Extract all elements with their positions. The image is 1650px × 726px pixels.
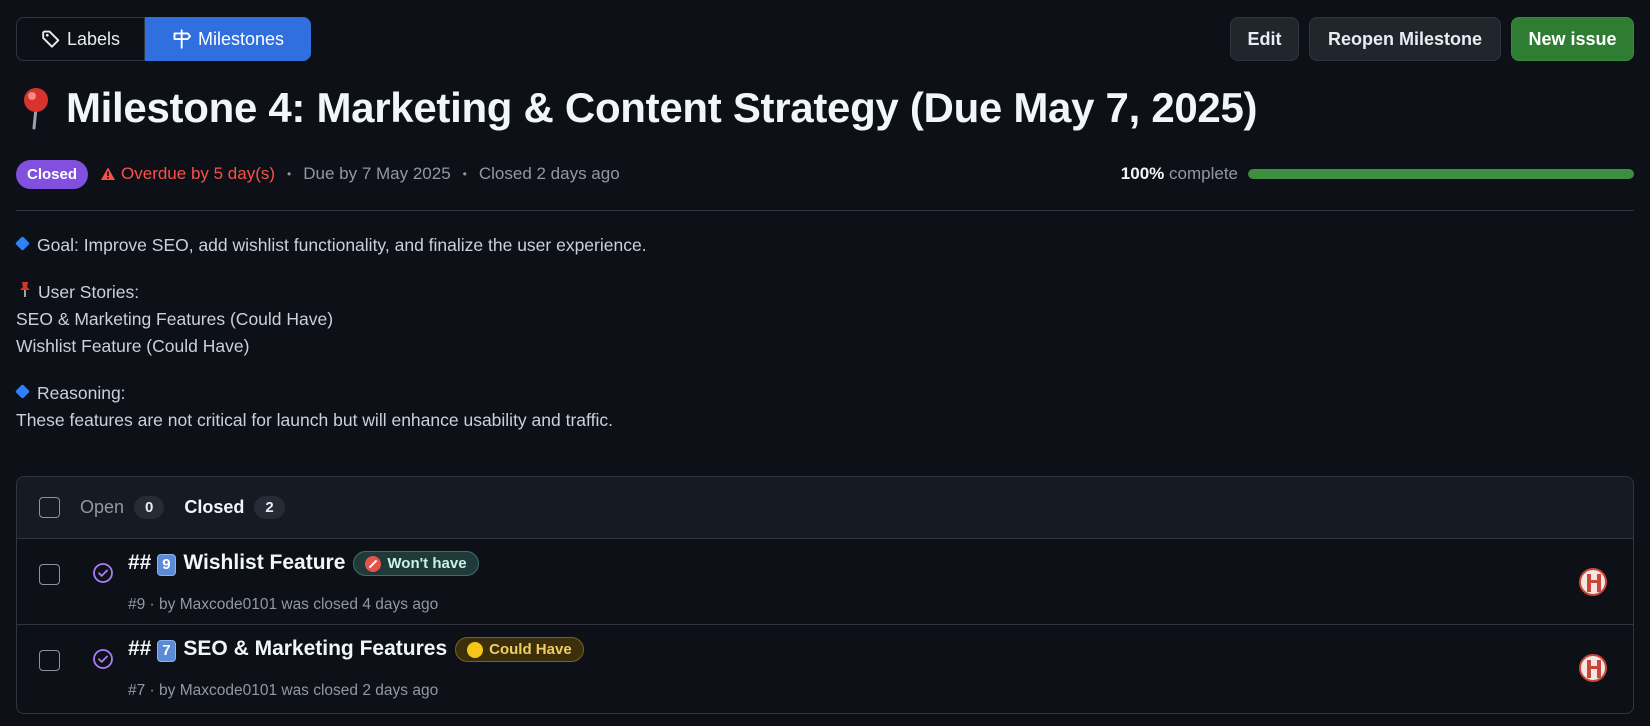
reasoning-text: These features are not critical for laun… bbox=[16, 410, 613, 430]
issue-title: ## 9 Wishlist Feature Won't have bbox=[128, 551, 479, 576]
tab-closed[interactable]: Closed 2 bbox=[184, 496, 285, 519]
issue-title-text: SEO & Marketing Features bbox=[183, 637, 448, 660]
overdue-text: Overdue by 5 day(s) bbox=[121, 164, 276, 183]
progress-label: complete bbox=[1169, 164, 1238, 183]
issue-label[interactable]: Could Have bbox=[455, 637, 584, 662]
milestone-meta: Closed Overdue by 5 day(s) • Due by 7 Ma… bbox=[16, 158, 620, 190]
closed-time: Closed 2 days ago bbox=[478, 164, 620, 183]
no-entry-icon bbox=[365, 555, 382, 572]
milestone-title-row: Milestone 4: Marketing & Content Strateg… bbox=[16, 84, 1258, 132]
issue-row: ## 7 SEO & Marketing Features Could Have… bbox=[17, 625, 1633, 711]
keycap-icon: 9 bbox=[157, 554, 176, 576]
alert-icon bbox=[101, 167, 116, 180]
goal-text: Goal: Improve SEO, add wishlist function… bbox=[37, 235, 647, 255]
issue-title-link[interactable]: ## 9 Wishlist Feature bbox=[128, 551, 345, 576]
issues-list: Open 0 Closed 2 ## 9 Wishlist Feature Wo… bbox=[16, 476, 1634, 714]
progress-bar bbox=[1248, 169, 1634, 179]
reopen-milestone-button[interactable]: Reopen Milestone bbox=[1309, 17, 1501, 61]
labels-button-label: Labels bbox=[66, 28, 121, 49]
overdue-status: Overdue by 5 day(s) bbox=[100, 164, 275, 184]
issue-title-prefix: ## bbox=[128, 637, 152, 660]
issue-row: ## 9 Wishlist Feature Won't have #9 · by… bbox=[17, 539, 1633, 625]
tab-closed-label: Closed bbox=[184, 497, 245, 517]
labels-milestones-switch: Labels Milestones bbox=[16, 17, 311, 61]
round-pushpin-icon bbox=[16, 84, 56, 132]
issue-checkbox[interactable] bbox=[39, 650, 60, 671]
user-stories-heading: User Stories: bbox=[38, 282, 140, 302]
user-story-2: Wishlist Feature (Could Have) bbox=[16, 336, 250, 356]
closed-count: 2 bbox=[254, 496, 285, 519]
issue-label-text: Won't have bbox=[387, 555, 467, 572]
issue-closed-icon bbox=[93, 563, 113, 583]
issue-closed-icon bbox=[93, 649, 113, 669]
milestones-button-label: Milestones bbox=[197, 28, 285, 49]
issue-title-text: Wishlist Feature bbox=[183, 551, 346, 574]
pushpin-icon bbox=[16, 279, 34, 306]
due-date: Due by 7 May 2025 bbox=[303, 164, 451, 183]
issue-meta: #7 · by Maxcode0101 was closed 2 days ag… bbox=[128, 682, 439, 699]
blue-diamond-icon bbox=[15, 236, 30, 251]
status-badge: Closed bbox=[16, 159, 89, 189]
labels-button[interactable]: Labels bbox=[16, 17, 145, 61]
issue-label[interactable]: Won't have bbox=[353, 551, 479, 576]
tab-open-label: Open bbox=[80, 497, 125, 517]
yellow-circle-icon bbox=[467, 641, 484, 658]
blue-diamond-icon bbox=[15, 384, 30, 399]
edit-button[interactable]: Edit bbox=[1230, 17, 1299, 61]
separator-dot: • bbox=[287, 167, 292, 181]
header-actions: Edit Reopen Milestone New issue bbox=[1230, 17, 1634, 61]
tab-open[interactable]: Open 0 bbox=[80, 496, 165, 519]
milestones-button[interactable]: Milestones bbox=[145, 17, 311, 61]
open-count: 0 bbox=[134, 496, 165, 519]
avatar[interactable] bbox=[1579, 654, 1607, 682]
tag-icon bbox=[42, 30, 60, 48]
new-issue-button[interactable]: New issue bbox=[1511, 17, 1634, 61]
keycap-icon: 7 bbox=[157, 640, 176, 662]
divider bbox=[16, 210, 1634, 211]
issue-meta: #9 · by Maxcode0101 was closed 4 days ag… bbox=[128, 596, 439, 613]
avatar[interactable] bbox=[1579, 568, 1607, 596]
progress-percent: 100% bbox=[1120, 164, 1165, 183]
issue-title-link[interactable]: ## 7 SEO & Marketing Features bbox=[128, 637, 447, 662]
progress-bar-fill bbox=[1248, 169, 1634, 179]
page-title: Milestone 4: Marketing & Content Strateg… bbox=[66, 84, 1258, 131]
separator-dot: • bbox=[462, 167, 467, 181]
reasoning-heading: Reasoning: bbox=[37, 383, 126, 403]
milestone-progress: 100% complete bbox=[1121, 158, 1634, 190]
milestone-description: Goal: Improve SEO, add wishlist function… bbox=[15, 232, 647, 434]
issue-checkbox[interactable] bbox=[39, 564, 60, 585]
milestone-icon bbox=[173, 29, 192, 49]
select-all-checkbox[interactable] bbox=[39, 497, 60, 518]
issues-list-header: Open 0 Closed 2 bbox=[17, 477, 1633, 539]
issue-title-prefix: ## bbox=[128, 551, 152, 574]
issue-label-text: Could Have bbox=[489, 641, 572, 658]
user-story-1: SEO & Marketing Features (Could Have) bbox=[16, 309, 334, 329]
top-bar: Labels Milestones Edit Reopen Milestone … bbox=[16, 17, 1634, 61]
issue-title: ## 7 SEO & Marketing Features Could Have bbox=[128, 637, 584, 662]
